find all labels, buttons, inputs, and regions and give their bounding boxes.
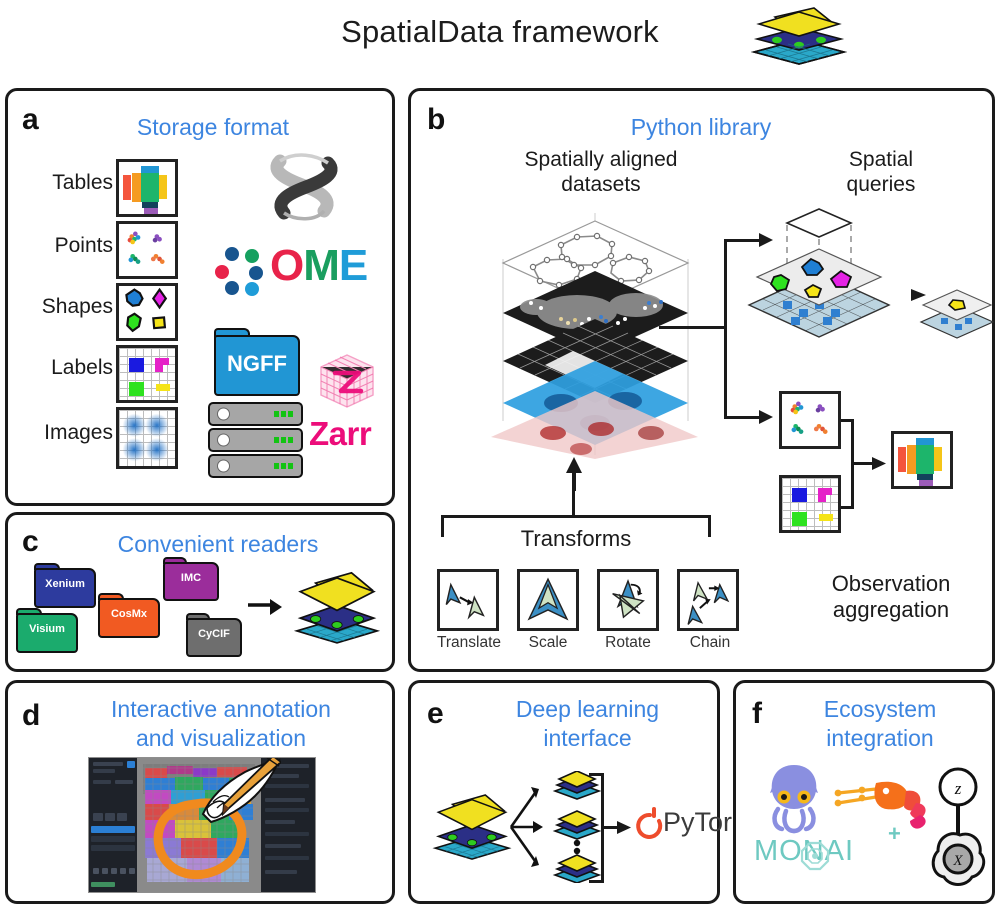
panel-b-letter: b: [427, 103, 446, 136]
row-label-points: Points: [54, 234, 113, 257]
aggregation-labels-thumbnail: [779, 475, 841, 533]
chain-label: Chain: [689, 634, 731, 651]
panel-e-letter: e: [427, 697, 444, 730]
images-thumbnail: [116, 407, 178, 469]
zarr-text-logo: Zarr: [309, 415, 372, 452]
ome-text-logo: OME: [270, 241, 368, 290]
reader-folder-imc[interactable]: IMC: [163, 557, 219, 601]
reader-folder-cycif[interactable]: CyCIF: [186, 613, 242, 657]
panel-c-letter: c: [22, 525, 39, 558]
transforms-bracket-right: [708, 515, 711, 537]
transforms-stem: [572, 489, 575, 517]
anndata-x-label: X: [952, 853, 963, 869]
scanpy-shrimp-icon: [834, 781, 926, 829]
transforms-arrow-icon: [566, 457, 582, 491]
reader-label-cycif: CyCIF: [198, 627, 230, 640]
anndata-cell-icon: z X: [931, 767, 986, 886]
panel-e-spatialdata-logo: [432, 794, 512, 860]
aggregation-bracket-bottom: [841, 506, 854, 509]
transforms-bracket-h: [441, 515, 711, 518]
shapes-thumbnail: [116, 283, 178, 341]
reader-folder-visium[interactable]: Visium: [16, 608, 78, 653]
branch-line-v: [724, 239, 727, 419]
panel-d-heading: Interactive annotation and visualization: [111, 696, 331, 751]
aligned-datasets-label: Spatially aligned datasets: [524, 148, 678, 197]
monai-octagon-icon: [800, 841, 830, 871]
anndata-ribbon-logo: [270, 153, 338, 221]
row-label-images: Images: [44, 421, 113, 444]
panel-a-letter: a: [22, 103, 39, 136]
napari-annotation-screenshot[interactable]: [88, 757, 316, 893]
reader-label-visium: Visium: [29, 623, 65, 636]
zarr-cube-icon: [320, 354, 374, 408]
transforms-label: Transforms: [520, 526, 632, 551]
panel-f: f Ecosystem integration MONAI + z X: [733, 680, 995, 904]
panel-d: d Interactive annotation and visualizati…: [5, 680, 395, 904]
panel-f-letter: f: [752, 697, 762, 730]
ngff-folder-label: NGFF: [227, 351, 287, 377]
ome-dots-icon: [215, 247, 263, 296]
aligned-datasets-stack: [491, 213, 698, 459]
panel-f-heading: Ecosystem integration: [823, 696, 937, 751]
branch-bottom-h: [724, 416, 764, 419]
dataset-tiles-icon: [552, 771, 602, 883]
panel-e-heading: Deep learning interface: [515, 696, 660, 751]
row-label-labels: Labels: [51, 356, 113, 379]
reader-folder-cosmx[interactable]: CosMx: [98, 593, 160, 638]
branch-line-h: [659, 326, 727, 329]
reader-label-cosmx: CosMx: [110, 608, 148, 621]
panel-c: c Convenient readers Xenium Visium CosMx…: [5, 512, 395, 672]
tables-thumbnail: [116, 159, 178, 217]
points-thumbnail: [116, 221, 178, 279]
spatialdata-logo: [750, 7, 848, 65]
aggregation-arrow-icon: [872, 457, 886, 470]
row-label-shapes: Shapes: [41, 295, 113, 318]
aggregation-arrow-line: [854, 462, 874, 465]
row-label-tables: Tables: [52, 171, 113, 194]
aggregation-points-thumbnail: [779, 391, 841, 449]
panel-d-letter: d: [22, 699, 41, 732]
translate-icon: [437, 569, 499, 631]
scale-label: Scale: [528, 634, 568, 651]
aggregation-bracket-top: [841, 419, 854, 422]
arrow-to-aggregation-icon: [759, 410, 773, 424]
scale-icon: [517, 569, 579, 631]
spatial-queries-label: Spatial queries: [846, 148, 916, 197]
arrow-right-icon: [248, 599, 282, 615]
query-result-graphic: [919, 289, 995, 339]
panel-b-heading: Python library: [630, 114, 772, 140]
rotate-icon: [597, 569, 659, 631]
panel-c-heading: Convenient readers: [117, 531, 319, 557]
squidpy-squid-icon: [770, 765, 818, 834]
panel-b: b Python library Spatially aligned datas…: [408, 88, 995, 672]
spatial-query-graphic: [747, 208, 891, 338]
panel-c-spatialdata-logo: [293, 571, 381, 644]
pytorch-bracket-bottom: [589, 880, 604, 883]
aggregation-table-thumbnail: [891, 431, 953, 489]
reader-label-xenium: Xenium: [45, 578, 85, 591]
translate-label: Translate: [436, 634, 502, 651]
chain-icon: [677, 569, 739, 631]
pytorch-arrow-icon: [617, 821, 631, 834]
monai-plus-icon: +: [888, 821, 901, 846]
transforms-bracket-left: [441, 515, 444, 537]
anndata-z-label: z: [954, 779, 962, 798]
observation-aggregation-label: Observation aggregation: [831, 571, 951, 623]
reader-folder-xenium[interactable]: Xenium: [34, 563, 96, 608]
panel-e: e Deep learning interface PyTorch: [408, 680, 761, 904]
labels-thumbnail: [116, 345, 178, 403]
panel-a: a Storage format Tables Points Shapes La…: [5, 88, 395, 506]
pytorch-bracket-top: [589, 773, 604, 776]
pytorch-flame-icon: [636, 807, 663, 839]
rotate-label: Rotate: [605, 634, 651, 651]
hand-pencil-icon: [201, 758, 281, 824]
reader-label-imc: IMC: [180, 571, 202, 584]
ngff-folder-icon: NGFF: [214, 328, 300, 396]
panel-a-heading: Storage format: [136, 114, 290, 140]
